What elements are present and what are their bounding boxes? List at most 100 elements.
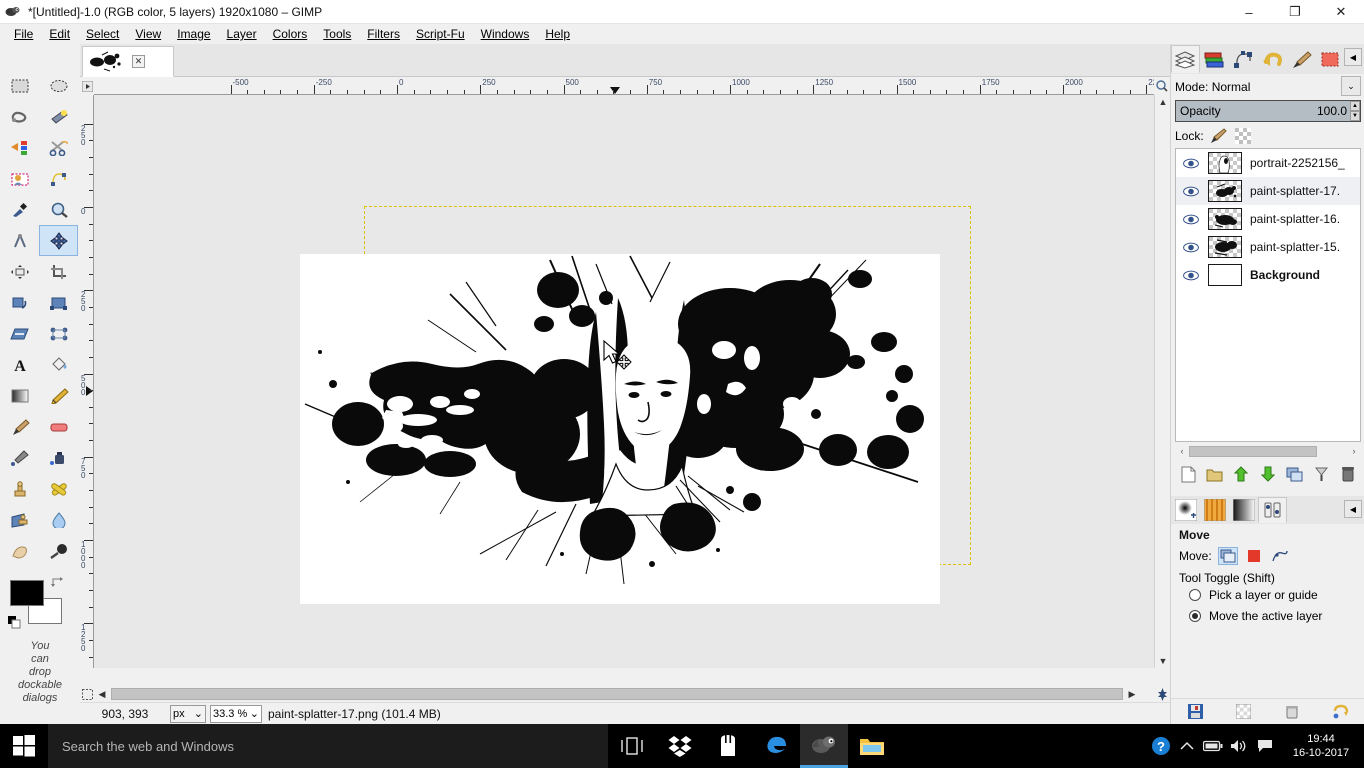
tool-dock-menu-button[interactable]: ◀ (1344, 500, 1362, 518)
radio-button[interactable] (1189, 589, 1201, 601)
fuzzy-select-tool[interactable] (39, 101, 78, 132)
table-row[interactable]: paint-splatter-16. (1176, 205, 1360, 233)
channels-tab[interactable] (1200, 45, 1229, 73)
brushes-dock-tab[interactable] (1171, 497, 1200, 523)
dock-menu-button[interactable]: ◀ (1344, 48, 1362, 66)
menu-layer[interactable]: Layer (219, 24, 265, 44)
scroll-left-arrow[interactable]: ◀ (94, 686, 110, 702)
save-tool-options-button[interactable] (1184, 702, 1206, 722)
menu-tools[interactable]: Tools (315, 24, 359, 44)
clone-tool[interactable] (0, 473, 39, 504)
menu-filters[interactable]: Filters (359, 24, 408, 44)
select-by-color-tool[interactable] (0, 132, 39, 163)
scroll-up-arrow[interactable]: ▲ (1155, 95, 1171, 109)
menu-script-fu[interactable]: Script-Fu (408, 24, 473, 44)
lock-alpha-icon[interactable] (1234, 127, 1252, 145)
color-picker-tool[interactable] (0, 194, 39, 225)
zoom-selector[interactable]: 33.3 % ⌄ (210, 704, 262, 723)
layers-horizontal-scrollbar[interactable]: ‹ › (1175, 444, 1361, 458)
airbrush-tool[interactable] (0, 442, 39, 473)
layers-scroll-right[interactable]: › (1347, 446, 1361, 456)
table-row[interactable]: portrait-2252156_ (1176, 149, 1360, 177)
perspective-tool[interactable] (39, 318, 78, 349)
heal-tool[interactable] (39, 473, 78, 504)
dropbox-icon[interactable] (656, 724, 704, 768)
brushes-tab[interactable] (1287, 45, 1316, 73)
menu-edit[interactable]: Edit (41, 24, 78, 44)
menu-select[interactable]: Select (78, 24, 127, 44)
layer-visibility-icon[interactable] (1182, 242, 1200, 253)
delete-layer-button[interactable] (1337, 464, 1359, 484)
ruler-unit-menu[interactable] (80, 77, 94, 95)
duplicate-layer-button[interactable] (1284, 464, 1306, 484)
reset-colors-icon[interactable] (8, 616, 22, 630)
layers-scroll-thumb[interactable] (1189, 445, 1317, 457)
layer-visibility-icon[interactable] (1182, 270, 1200, 281)
move-active-layer-option[interactable]: Move the active layer (1189, 609, 1322, 623)
scissors-select-tool[interactable] (39, 132, 78, 163)
vertical-ruler[interactable]: 250 0 250 500 750 1000 1250 (80, 95, 94, 668)
swap-colors-icon[interactable] (50, 576, 64, 593)
paths-tool[interactable] (39, 163, 78, 194)
tool-options-dock-tab[interactable] (1258, 497, 1287, 523)
table-row[interactable]: paint-splatter-15. (1176, 233, 1360, 261)
windows-start-icon[interactable] (0, 724, 48, 768)
mode-dropdown-button[interactable]: ⌄ (1341, 76, 1361, 96)
lower-layer-button[interactable] (1257, 464, 1279, 484)
scroll-down-arrow[interactable]: ▼ (1155, 654, 1171, 668)
new-layer-button[interactable] (1177, 464, 1199, 484)
help-icon[interactable]: ? (1148, 724, 1174, 768)
pick-layer-option[interactable]: Pick a layer or guide (1189, 588, 1318, 602)
menu-colors[interactable]: Colors (265, 24, 316, 44)
patterns-dock-tab[interactable] (1200, 497, 1229, 523)
paths-tab[interactable] (1229, 45, 1258, 73)
move-selection-icon[interactable] (1244, 547, 1264, 565)
zoom-image-button[interactable] (1154, 77, 1170, 95)
foreground-select-tool[interactable] (0, 163, 39, 194)
canvas-area[interactable] (94, 95, 1156, 668)
quick-mask-toggle[interactable] (80, 686, 94, 702)
raise-layer-button[interactable] (1230, 464, 1252, 484)
move-layer-icon[interactable] (1217, 547, 1238, 565)
mode-value[interactable]: Normal (1212, 80, 1251, 94)
perspective-clone-tool[interactable] (0, 504, 39, 535)
action-center-icon[interactable] (1252, 724, 1278, 768)
layers-list[interactable]: portrait-2252156_ paint-splatter-17. pai… (1175, 148, 1361, 442)
ellipse-select-tool[interactable] (39, 70, 78, 101)
close-tab-icon[interactable]: ✕ (132, 55, 145, 68)
gimp-taskbar-icon[interactable] (800, 724, 848, 768)
minimize-button[interactable]: – (1226, 0, 1272, 24)
opacity-slider[interactable]: Opacity 100.0 ▲ ▼ (1175, 100, 1361, 122)
canvas-horizontal-scrollbar[interactable]: ◀ ▶ (94, 686, 1140, 702)
move-tool[interactable] (39, 225, 78, 256)
reset-tool-options-button[interactable] (1330, 702, 1352, 722)
alignment-tool[interactable] (0, 256, 39, 287)
menu-image[interactable]: Image (169, 24, 218, 44)
radio-button[interactable] (1189, 610, 1201, 622)
search-input[interactable]: Search the web and Windows (48, 724, 608, 768)
measure-tool[interactable] (0, 225, 39, 256)
edge-browser-icon[interactable] (752, 724, 800, 768)
undo-history-tab[interactable] (1258, 45, 1287, 73)
scroll-right-arrow[interactable]: ▶ (1124, 686, 1140, 702)
taskbar-clock[interactable]: 19:44 16-10-2017 (1278, 732, 1364, 760)
close-button[interactable]: ✕ (1318, 0, 1364, 24)
lock-pixels-icon[interactable] (1210, 127, 1228, 145)
gradients-dock-tab[interactable] (1229, 497, 1258, 523)
menu-file[interactable]: File (6, 24, 41, 44)
unit-selector[interactable]: px ⌄ (170, 704, 206, 723)
patterns-tab[interactable] (1316, 45, 1345, 73)
file-explorer-icon[interactable] (848, 724, 896, 768)
zoom-tool[interactable] (39, 194, 78, 225)
layer-visibility-icon[interactable] (1182, 158, 1200, 169)
gradient-tool[interactable] (0, 380, 39, 411)
maximize-button[interactable]: ❐ (1272, 0, 1318, 24)
paintbrush-tool[interactable] (0, 411, 39, 442)
horizontal-ruler[interactable]: -500-25002505007501000125015001750200022… (94, 77, 1156, 95)
canvas-image[interactable] (300, 254, 940, 604)
bucket-fill-tool[interactable] (39, 349, 78, 380)
menu-view[interactable]: View (127, 24, 169, 44)
dodge-burn-tool[interactable] (39, 535, 78, 566)
menu-windows[interactable]: Windows (473, 24, 538, 44)
blur-sharpen-tool[interactable] (39, 504, 78, 535)
